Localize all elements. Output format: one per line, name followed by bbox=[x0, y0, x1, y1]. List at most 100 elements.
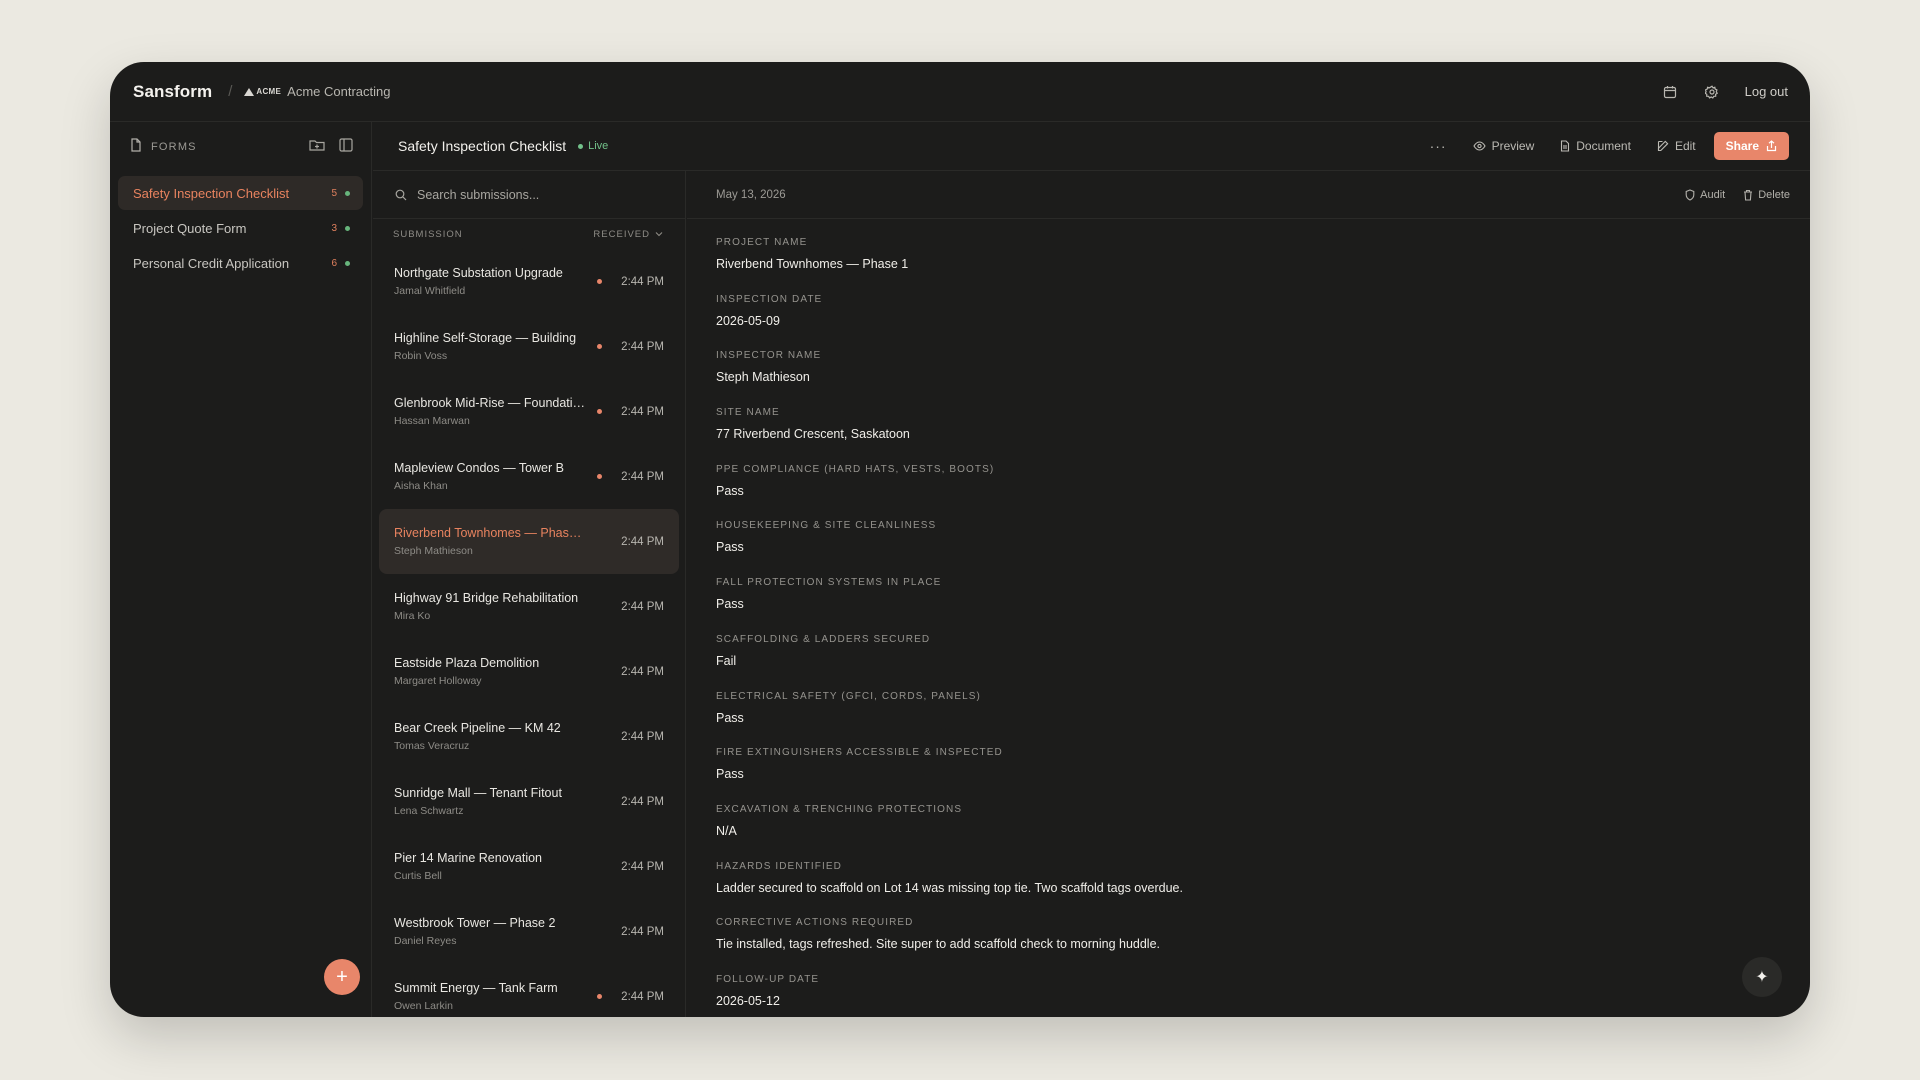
calendar-icon[interactable] bbox=[1661, 83, 1679, 101]
unread-dot bbox=[597, 864, 602, 869]
submission-row[interactable]: Pier 14 Marine Renovation Curtis Bell 2:44… bbox=[379, 834, 679, 899]
field-label: Site Name bbox=[716, 407, 780, 419]
unread-dot bbox=[597, 409, 603, 414]
submission-title: Pier 14 Marine Renovation bbox=[394, 851, 542, 865]
submission-row[interactable]: Highway 91 Bridge Rehabilitation Mira Ko 2… bbox=[379, 574, 679, 639]
field-value: 77 Riverbend Crescent, Saskatoon bbox=[716, 427, 910, 442]
field-label: Corrective Actions Required bbox=[716, 917, 914, 929]
org-switcher[interactable]: ACME Acme Contracting bbox=[244, 84, 390, 99]
edit-button[interactable]: Edit bbox=[1657, 139, 1696, 153]
submitter-name: Margaret Holloway bbox=[394, 675, 482, 687]
field-label: Inspection Date bbox=[716, 293, 823, 305]
received-time: 2:44 PM bbox=[621, 275, 664, 288]
field-label: Inspector Name bbox=[716, 350, 822, 362]
shield-icon bbox=[1685, 188, 1695, 201]
received-time: 2:44 PM bbox=[621, 405, 664, 418]
submission-row[interactable]: Eastside Plaza Demolition Margaret Hollow… bbox=[379, 639, 679, 704]
submitter-name: Hassan Marwan bbox=[394, 415, 470, 427]
submission-row[interactable]: Summit Energy — Tank Farm Owen Larkin 2:44… bbox=[379, 964, 679, 1017]
org-logo: ACME bbox=[244, 87, 281, 96]
submission-row[interactable]: Bear Creek Pipeline — KM 42 Tomas Veracru… bbox=[379, 704, 679, 769]
field-value: Ladder secured to scaffold on Lot 14 was… bbox=[716, 880, 1183, 895]
detail-field: Inspection Date 2026-05-09 bbox=[716, 294, 1781, 351]
field-value: Tie installed, tags refreshed. Site supe… bbox=[716, 937, 1161, 952]
gear-icon[interactable] bbox=[1703, 83, 1721, 101]
share-icon bbox=[1766, 140, 1777, 152]
sidebar-form-item[interactable]: Safety Inspection Checklist 5 bbox=[118, 176, 363, 210]
submitter-name: Jamal Whitfield bbox=[394, 285, 466, 297]
brand-logo[interactable]: Sansform bbox=[133, 82, 212, 102]
submission-title: Highway 91 Bridge Rehabilitation bbox=[394, 591, 579, 605]
sidebar-header: FORMS bbox=[110, 122, 371, 172]
submission-text: Summit Energy — Tank Farm Owen Larkin bbox=[394, 981, 597, 1012]
search-input[interactable]: Search submissions... bbox=[373, 171, 685, 219]
unread-dot bbox=[597, 929, 602, 934]
field-value: Riverbend Townhomes — Phase 1 bbox=[716, 257, 909, 271]
sidebar-form-item[interactable]: Personal Credit Application 6 bbox=[118, 246, 363, 280]
logout-link[interactable]: Log out bbox=[1745, 84, 1788, 99]
new-folder-icon[interactable] bbox=[309, 138, 325, 157]
submitter-name: Tomas Veracruz bbox=[394, 740, 470, 752]
status-badge: Live bbox=[578, 140, 608, 152]
submission-row[interactable]: Mapleview Condos — Tower B Aisha Khan 2:44… bbox=[379, 444, 679, 509]
unread-dot bbox=[597, 539, 602, 544]
more-options-button[interactable]: ··· bbox=[1430, 138, 1447, 154]
submission-row[interactable]: Glenbrook Mid-Rise — Foundation Hassan Ma… bbox=[379, 379, 679, 444]
submission-text: Pier 14 Marine Renovation Curtis Bell bbox=[394, 851, 597, 882]
detail-field: Fall Protection Systems in Place Pass bbox=[716, 577, 1781, 634]
field-label: PPE Compliance (Hard Hats, Vests, Boots) bbox=[716, 463, 995, 475]
field-value: N/A bbox=[716, 823, 737, 838]
form-item-count: 3 bbox=[331, 222, 337, 234]
list-column-headers: SUBMISSION RECEIVED bbox=[373, 219, 685, 249]
preview-button[interactable]: Preview bbox=[1472, 139, 1534, 153]
submission-text: Glenbrook Mid-Rise — Foundation Hassan Ma… bbox=[394, 396, 597, 427]
new-form-button[interactable]: + bbox=[324, 959, 360, 995]
sparkle-assistant-button[interactable]: ✦ bbox=[1742, 957, 1782, 997]
org-name: Acme Contracting bbox=[287, 84, 391, 99]
sidebar-label: FORMS bbox=[151, 141, 197, 153]
received-time: 2:44 PM bbox=[621, 535, 664, 548]
form-item-label: Safety Inspection Checklist bbox=[133, 185, 290, 201]
submissions-pane: Search submissions... SUBMISSION RECEIVE… bbox=[373, 171, 686, 1017]
submission-list: Northgate Substation Upgrade Jamal Whitfi… bbox=[373, 249, 685, 1017]
form-item-count: 5 bbox=[331, 187, 337, 199]
share-button[interactable]: Share bbox=[1713, 132, 1789, 160]
submission-title: Summit Energy — Tank Farm bbox=[394, 981, 558, 995]
detail-field: Corrective Actions Required Tie installed… bbox=[716, 917, 1781, 974]
received-time: 2:44 PM bbox=[621, 340, 664, 353]
app-window: Sansform / ACME Acme Contracting Log out… bbox=[110, 62, 1810, 1017]
submission-title: Mapleview Condos — Tower B bbox=[394, 461, 564, 475]
detail-header: May 13, 2026 Audit Delete bbox=[687, 171, 1810, 219]
field-label: Housekeeping & Site Cleanliness bbox=[716, 520, 937, 532]
submission-row[interactable]: Sunridge Mall — Tenant Fitout Lena Schwar… bbox=[379, 769, 679, 834]
content-header: Safety Inspection Checklist Live ··· Pre… bbox=[373, 122, 1810, 171]
sort-received-button[interactable]: RECEIVED bbox=[593, 229, 663, 240]
field-label: Follow-up Date bbox=[716, 973, 820, 985]
delete-button[interactable]: Delete bbox=[1743, 189, 1790, 201]
submission-row[interactable]: Northgate Substation Upgrade Jamal Whitfi… bbox=[379, 249, 679, 314]
submission-title: Northgate Substation Upgrade bbox=[394, 266, 563, 280]
unread-dot bbox=[597, 279, 603, 284]
unread-dot bbox=[597, 604, 602, 609]
submission-text: Eastside Plaza Demolition Margaret Hollow… bbox=[394, 656, 597, 687]
status-dot bbox=[578, 143, 584, 149]
field-label: Electrical Safety (GFCI, Cords, Panels) bbox=[716, 690, 981, 702]
search-placeholder: Search submissions... bbox=[417, 187, 540, 202]
field-value: Pass bbox=[716, 767, 744, 782]
submission-row[interactable]: Riverbend Townhomes — Phase 1 Steph Mathi… bbox=[379, 509, 679, 574]
submitter-name: Steph Mathieson bbox=[394, 545, 473, 557]
field-label: Project Name bbox=[716, 237, 808, 248]
form-item-count: 6 bbox=[331, 257, 337, 269]
submitter-name: Curtis Bell bbox=[394, 870, 442, 882]
document-button[interactable]: Document bbox=[1560, 139, 1631, 153]
unread-dot bbox=[597, 994, 603, 999]
audit-button[interactable]: Audit bbox=[1685, 189, 1725, 201]
submission-row[interactable]: Westbrook Tower — Phase 2 Daniel Reyes 2:4… bbox=[379, 899, 679, 964]
detail-field: Site Name 77 Riverbend Crescent, Saskatoo… bbox=[716, 407, 1781, 464]
collapse-sidebar-icon[interactable] bbox=[339, 137, 353, 157]
submission-row[interactable]: Highline Self-Storage — Building Robin Vo… bbox=[379, 314, 679, 379]
sidebar-form-item[interactable]: Project Quote Form 3 bbox=[118, 211, 363, 245]
field-value: 2026-05-12 bbox=[716, 993, 780, 1008]
document-icon bbox=[130, 137, 142, 157]
submission-detail: May 13, 2026 Audit Delete Project Name Ri… bbox=[687, 171, 1810, 1017]
